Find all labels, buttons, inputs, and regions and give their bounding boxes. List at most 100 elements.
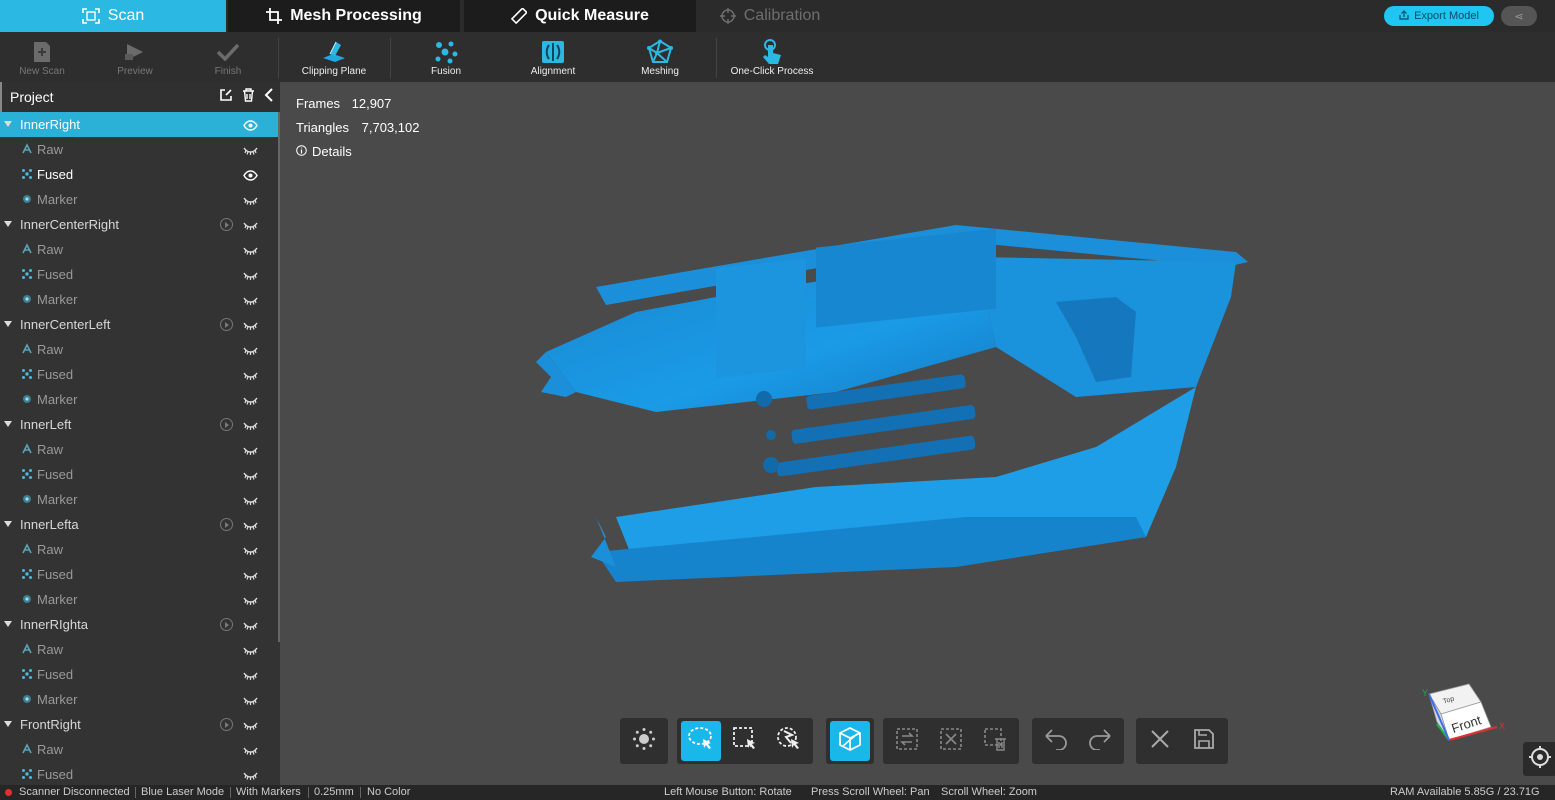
export-model-button[interactable]: Export Model	[1384, 6, 1494, 26]
new-scan-button[interactable]: New Scan	[16, 32, 68, 82]
caret-down-icon[interactable]	[4, 321, 12, 327]
tree-child-row[interactable]: Raw	[0, 737, 280, 762]
eye-hidden-icon[interactable]	[243, 369, 258, 380]
sidebar-scrollbar[interactable]	[278, 112, 280, 642]
tree-child-row[interactable]: Marker	[0, 287, 280, 312]
one-click-process-button[interactable]: One-Click Process	[730, 32, 814, 82]
eye-hidden-icon[interactable]	[243, 644, 258, 655]
eye-hidden-icon[interactable]	[243, 319, 258, 330]
eye-hidden-icon[interactable]	[243, 269, 258, 280]
tab-quick-measure[interactable]: Quick Measure	[464, 0, 696, 32]
tree-group-row[interactable]: InnerRIghta	[0, 612, 280, 637]
caret-down-icon[interactable]	[4, 221, 12, 227]
eye-hidden-icon[interactable]	[243, 244, 258, 255]
collapse-panel-icon[interactable]	[264, 88, 274, 105]
eye-hidden-icon[interactable]	[243, 494, 258, 505]
tab-mesh-processing[interactable]: Mesh Processing	[228, 0, 460, 32]
tree-child-row[interactable]: Fused	[0, 662, 280, 687]
invert-selection-button[interactable]	[887, 721, 927, 761]
caret-down-icon[interactable]	[4, 621, 12, 627]
eye-hidden-icon[interactable]	[243, 344, 258, 355]
trash-icon[interactable]	[242, 88, 255, 105]
edit-icon[interactable]	[219, 88, 233, 105]
tree-group-row[interactable]: FrontRight	[0, 712, 280, 737]
tree-child-row[interactable]: Raw	[0, 137, 280, 162]
through-select-button[interactable]	[830, 721, 870, 761]
eye-hidden-icon[interactable]	[243, 719, 258, 730]
eye-hidden-icon[interactable]	[243, 594, 258, 605]
eye-hidden-icon[interactable]	[243, 294, 258, 305]
tree-child-row[interactable]: Raw	[0, 437, 280, 462]
caret-down-icon[interactable]	[4, 721, 12, 727]
tree-child-row[interactable]: Marker	[0, 587, 280, 612]
tree-child-row[interactable]: Raw	[0, 637, 280, 662]
tree-group-row[interactable]: InnerLefta	[0, 512, 280, 537]
tree-child-row[interactable]: Fused	[0, 262, 280, 287]
play-icon[interactable]	[220, 618, 233, 631]
eye-hidden-icon[interactable]	[243, 544, 258, 555]
tree-child-row[interactable]: Fused	[0, 762, 280, 785]
lighting-button[interactable]	[624, 721, 664, 761]
play-icon[interactable]	[220, 218, 233, 231]
tree-child-row[interactable]: Marker	[0, 687, 280, 712]
eye-hidden-icon[interactable]	[243, 219, 258, 230]
tree-child-row[interactable]: Raw	[0, 537, 280, 562]
clear-selection-button[interactable]	[931, 721, 971, 761]
lasso-select-button[interactable]	[681, 721, 721, 761]
clipping-plane-button[interactable]: Clipping Plane	[300, 32, 368, 82]
play-icon[interactable]	[220, 518, 233, 531]
eye-hidden-icon[interactable]	[243, 419, 258, 430]
details-link[interactable]: Details	[296, 140, 419, 164]
tree-child-row[interactable]: Marker	[0, 487, 280, 512]
eye-hidden-icon[interactable]	[243, 744, 258, 755]
tree-child-row[interactable]: Raw	[0, 237, 280, 262]
share-button[interactable]: ⋖	[1501, 6, 1537, 26]
eye-hidden-icon[interactable]	[243, 669, 258, 680]
scanned-mesh-model[interactable]	[536, 217, 1266, 587]
fusion-button[interactable]: Fusion	[422, 32, 470, 82]
play-icon[interactable]	[220, 418, 233, 431]
eye-hidden-icon[interactable]	[243, 769, 258, 780]
eye-hidden-icon[interactable]	[243, 619, 258, 630]
tree-child-row[interactable]: Fused	[0, 462, 280, 487]
tree-child-row[interactable]: Marker	[0, 187, 280, 212]
caret-down-icon[interactable]	[4, 421, 12, 427]
tree-child-row[interactable]: Raw	[0, 337, 280, 362]
cancel-button[interactable]	[1140, 721, 1180, 761]
brush-select-button[interactable]	[769, 721, 809, 761]
eye-hidden-icon[interactable]	[243, 469, 258, 480]
tab-calibration[interactable]: Calibration	[700, 0, 840, 32]
eye-icon[interactable]	[243, 119, 258, 131]
finish-button[interactable]: Finish	[205, 32, 251, 82]
redo-button[interactable]	[1080, 721, 1120, 761]
tab-scan[interactable]: Scan	[0, 0, 226, 32]
save-button[interactable]	[1184, 721, 1224, 761]
play-icon[interactable]	[220, 718, 233, 731]
eye-hidden-icon[interactable]	[243, 569, 258, 580]
tree-child-row[interactable]: Fused	[0, 562, 280, 587]
eye-icon[interactable]	[243, 169, 258, 181]
meshing-button[interactable]: Meshing	[634, 32, 686, 82]
3d-viewport[interactable]: Frames 12,907 Triangles 7,703,102 Detail…	[281, 82, 1555, 785]
tree-child-row[interactable]: Marker	[0, 387, 280, 412]
tree-group-row[interactable]: InnerCenterLeft	[0, 312, 280, 337]
caret-down-icon[interactable]	[4, 121, 12, 127]
tree-group-row[interactable]: InnerRight	[0, 112, 280, 137]
caret-down-icon[interactable]	[4, 521, 12, 527]
eye-hidden-icon[interactable]	[243, 194, 258, 205]
alignment-button[interactable]: Alignment	[525, 32, 581, 82]
rect-select-button[interactable]	[725, 721, 765, 761]
tree-group-row[interactable]: InnerCenterRight	[0, 212, 280, 237]
preview-button[interactable]: Preview	[110, 32, 160, 82]
eye-hidden-icon[interactable]	[243, 444, 258, 455]
play-icon[interactable]	[220, 318, 233, 331]
delete-selected-button[interactable]	[975, 721, 1015, 761]
eye-hidden-icon[interactable]	[243, 394, 258, 405]
tree-child-row[interactable]: Fused	[0, 362, 280, 387]
tree-group-row[interactable]: InnerLeft	[0, 412, 280, 437]
undo-button[interactable]	[1036, 721, 1076, 761]
eye-hidden-icon[interactable]	[243, 144, 258, 155]
navigation-cube[interactable]: Top Front X Y	[1419, 682, 1509, 757]
eye-hidden-icon[interactable]	[243, 694, 258, 705]
eye-hidden-icon[interactable]	[243, 519, 258, 530]
